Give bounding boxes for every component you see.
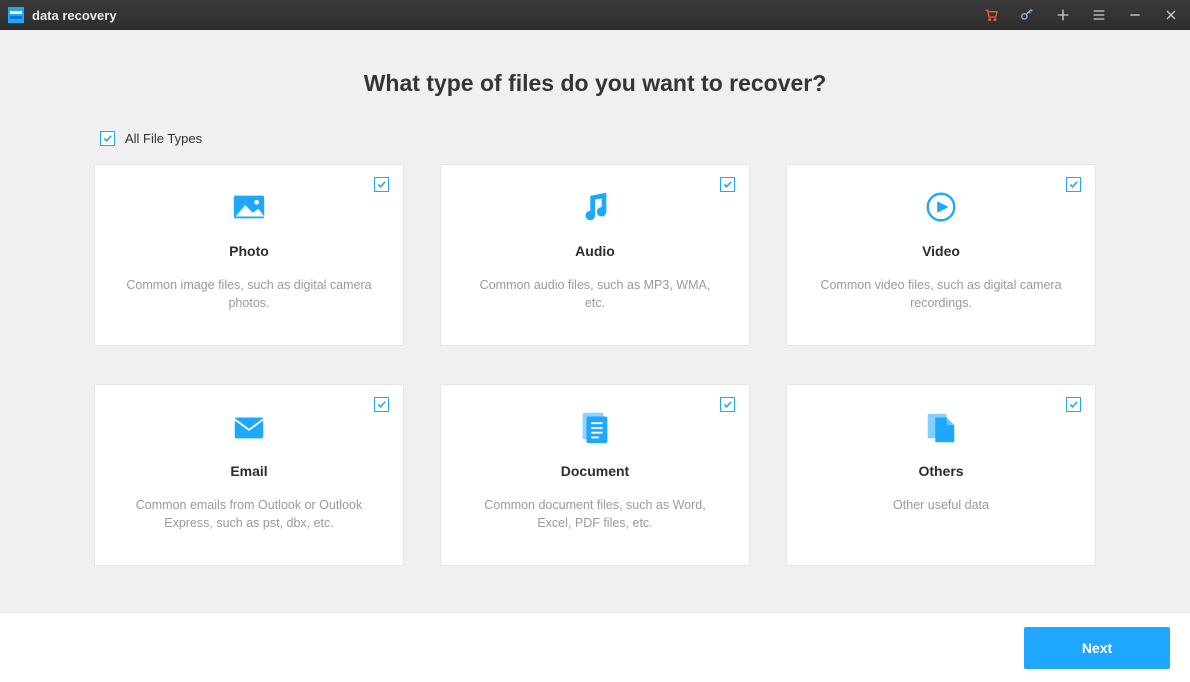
card-email-desc: Common emails from Outlook or Outlook Ex… [123, 497, 375, 532]
titlebar-right [982, 6, 1180, 24]
plus-icon[interactable] [1054, 6, 1072, 24]
others-icon [921, 407, 961, 447]
photo-icon [229, 187, 269, 227]
card-video[interactable]: Video Common video files, such as digita… [786, 164, 1096, 346]
card-photo-checkbox[interactable] [374, 177, 389, 192]
all-file-types-label: All File Types [125, 131, 202, 146]
app-logo-icon [8, 7, 24, 23]
card-email[interactable]: Email Common emails from Outlook or Outl… [94, 384, 404, 566]
menu-icon[interactable] [1090, 6, 1108, 24]
app-title: data recovery [32, 8, 117, 23]
card-others-desc: Other useful data [893, 497, 989, 515]
card-audio-title: Audio [575, 243, 615, 259]
card-video-desc: Common video files, such as digital came… [815, 277, 1067, 312]
card-video-title: Video [922, 243, 960, 259]
card-email-title: Email [230, 463, 267, 479]
card-video-checkbox[interactable] [1066, 177, 1081, 192]
card-photo-title: Photo [229, 243, 269, 259]
card-others-title: Others [918, 463, 963, 479]
cart-icon[interactable] [982, 6, 1000, 24]
document-icon [575, 407, 615, 447]
card-audio-checkbox[interactable] [720, 177, 735, 192]
card-document-desc: Common document files, such as Word, Exc… [469, 497, 721, 532]
next-button[interactable]: Next [1024, 627, 1170, 669]
audio-icon [575, 187, 615, 227]
all-file-types-row[interactable]: All File Types [100, 131, 1190, 146]
card-photo[interactable]: Photo Common image files, such as digita… [94, 164, 404, 346]
card-others[interactable]: Others Other useful data [786, 384, 1096, 566]
footer: Next [0, 612, 1190, 682]
main-content: What type of files do you want to recove… [0, 30, 1190, 612]
titlebar-left: data recovery [8, 7, 117, 23]
card-photo-desc: Common image files, such as digital came… [123, 277, 375, 312]
card-document-title: Document [561, 463, 629, 479]
card-others-checkbox[interactable] [1066, 397, 1081, 412]
card-audio-desc: Common audio files, such as MP3, WMA, et… [469, 277, 721, 312]
all-file-types-checkbox[interactable] [100, 131, 115, 146]
minimize-icon[interactable] [1126, 6, 1144, 24]
card-document-checkbox[interactable] [720, 397, 735, 412]
titlebar: data recovery [0, 0, 1190, 30]
email-icon [229, 407, 269, 447]
page-title: What type of files do you want to recove… [0, 70, 1190, 97]
key-icon[interactable] [1018, 6, 1036, 24]
close-icon[interactable] [1162, 6, 1180, 24]
card-audio[interactable]: Audio Common audio files, such as MP3, W… [440, 164, 750, 346]
card-email-checkbox[interactable] [374, 397, 389, 412]
video-icon [921, 187, 961, 227]
file-type-grid: Photo Common image files, such as digita… [0, 164, 1190, 566]
card-document[interactable]: Document Common document files, such as … [440, 384, 750, 566]
